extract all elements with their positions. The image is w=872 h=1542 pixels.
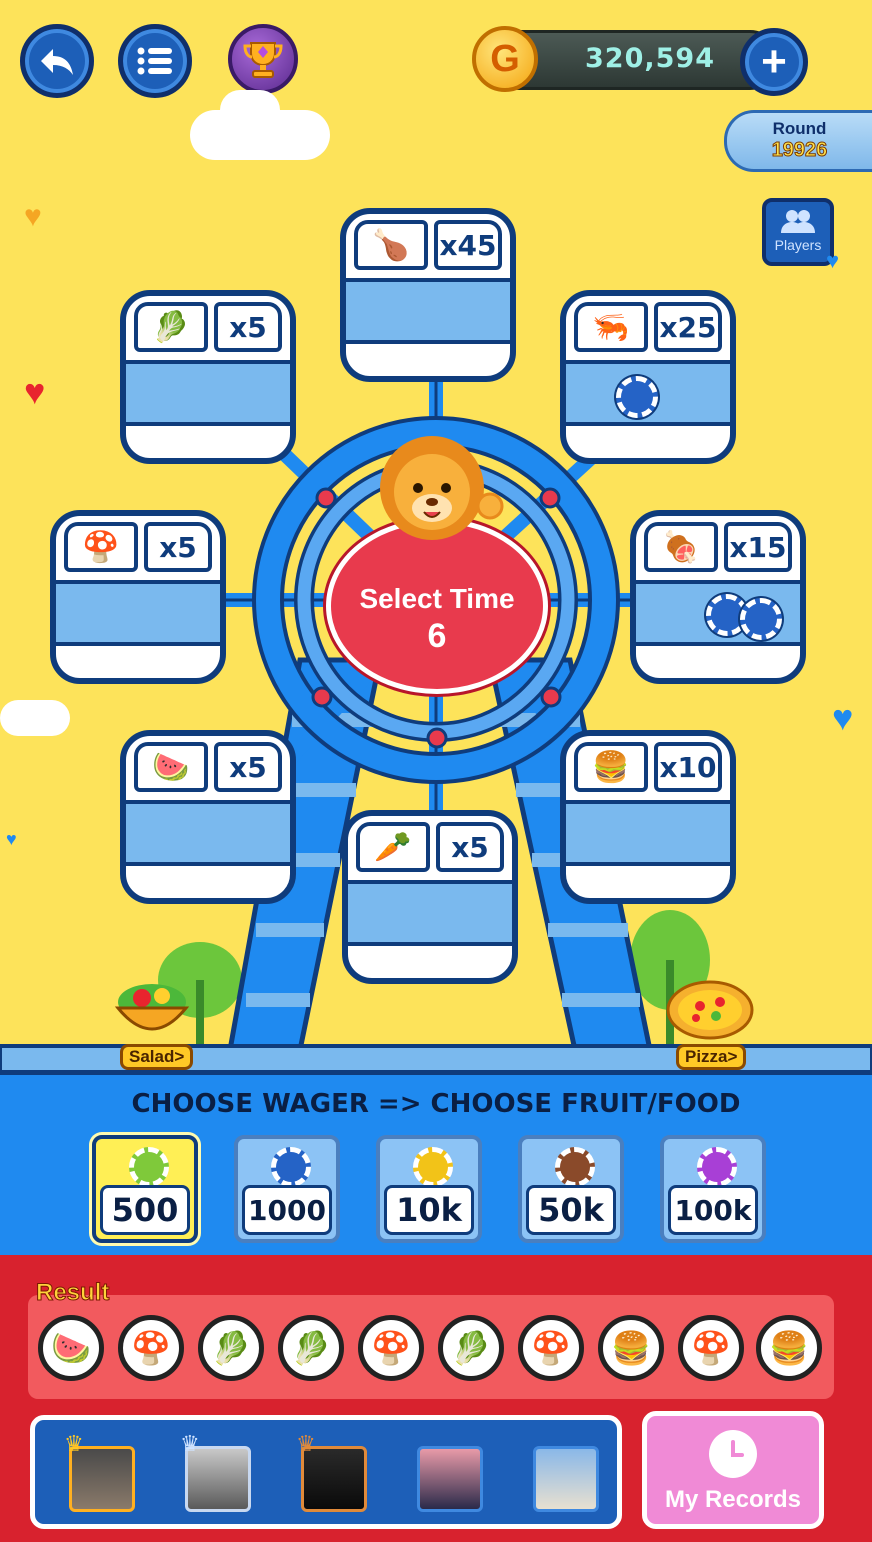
result-history: 🍉 🍄 🥬 🥬 🍄 🥬 🍄 🍔 🍄 🍔 [28,1295,834,1399]
pizza-shortcut-label[interactable]: Pizza> [676,1044,747,1070]
carrot-icon: 🥕 [356,822,430,872]
result-item: 🥬 [438,1315,504,1381]
cabin-multiplier: x10 [654,742,722,792]
wager-option-500[interactable]: 500 [92,1135,198,1243]
result-item: 🍉 [38,1315,104,1381]
result-item: 🍔 [756,1315,822,1381]
bet-area[interactable] [56,580,220,646]
player-avatar[interactable] [533,1446,599,1512]
cabin-multiplier: x45 [434,220,502,270]
chip-icon [271,1147,311,1187]
cabin-ham[interactable]: 🍖 x15 [630,510,806,684]
silver-crown-icon: ♛ [180,1431,200,1456]
chip-icon [129,1147,169,1187]
bet-area[interactable] [346,278,510,344]
my-records-button[interactable]: My Records [642,1411,824,1529]
chip-icon [555,1147,595,1187]
shrimp-icon: 🦐 [574,302,648,352]
bet-area[interactable] [348,880,512,946]
lion-mascot-icon [380,436,504,540]
wager-option-100k[interactable]: 100k [660,1135,766,1243]
bet-area[interactable] [126,360,290,426]
select-time-title: Select Time [359,583,515,614]
result-item: 🍔 [598,1315,664,1381]
wager-value: 1000 [242,1185,332,1235]
player-avatar[interactable]: ♛ [296,1431,367,1512]
lettuce-icon: 🥬 [134,302,208,352]
result-item: 🥬 [278,1315,344,1381]
cabin-burger[interactable]: 🍔 x10 [560,730,736,904]
salad-shortcut-label[interactable]: Salad> [120,1044,194,1070]
cabin-lettuce[interactable]: 🥬 x5 [120,290,296,464]
result-item: 🍄 [358,1315,424,1381]
chicken-icon: 🍗 [354,220,428,270]
wager-option-10k[interactable]: 10k [376,1135,482,1243]
cabin-multiplier: x5 [144,522,212,572]
bet-area[interactable] [636,580,800,646]
wager-value: 500 [100,1185,190,1235]
pizza-icon [666,980,754,1040]
player-avatar[interactable] [417,1446,483,1512]
bronze-crown-icon: ♛ [296,1431,316,1456]
chip-icon [413,1147,453,1187]
cabin-multiplier: x5 [214,742,282,792]
wager-option-50k[interactable]: 50k [518,1135,624,1243]
bet-area[interactable] [566,360,730,426]
bet-chip [740,598,782,640]
bet-area[interactable] [566,800,730,866]
cabin-shrimp[interactable]: 🦐 x25 [560,290,736,464]
result-label: Result [35,1279,110,1307]
result-item: 🥬 [198,1315,264,1381]
result-item: 🍄 [518,1315,584,1381]
cabin-multiplier: x5 [214,302,282,352]
wager-instructions: CHOOSE WAGER => CHOOSE FRUIT/FOOD [131,1089,741,1119]
cabin-multiplier: x15 [724,522,792,572]
cabin-carrot[interactable]: 🥕 x5 [342,810,518,984]
cabin-chicken[interactable]: 🍗 x45 [340,208,516,382]
bet-area[interactable] [126,800,290,866]
chip-icon [697,1147,737,1187]
bet-chip [616,376,658,418]
mushroom-icon: 🍄 [64,522,138,572]
wager-value: 50k [526,1185,616,1235]
cabin-watermelon[interactable]: 🍉 x5 [120,730,296,904]
cabin-multiplier: x25 [654,302,722,352]
wager-value: 100k [668,1185,758,1235]
wager-panel: CHOOSE WAGER => CHOOSE FRUIT/FOOD 500 10… [0,1070,872,1255]
wager-option-1000[interactable]: 1000 [234,1135,340,1243]
countdown-number: 6 [427,617,447,655]
gold-crown-icon: ♛ [64,1431,84,1456]
result-item: 🍄 [678,1315,744,1381]
my-records-label: My Records [664,1486,802,1513]
clock-icon [709,1430,757,1478]
ham-icon: 🍖 [644,522,718,572]
wager-value: 10k [384,1185,474,1235]
player-avatar[interactable]: ♛ [180,1431,251,1512]
cabin-mushroom[interactable]: 🍄 x5 [50,510,226,684]
top-players-bar: ♛ ♛ ♛ [30,1415,622,1529]
watermelon-icon: 🍉 [134,742,208,792]
player-avatar[interactable]: ♛ [64,1431,135,1512]
burger-icon: 🍔 [574,742,648,792]
salad-bowl-icon [114,984,190,1031]
bottom-area: 🍉 🍄 🥬 🥬 🍄 🥬 🍄 🍔 🍄 🍔 Result ♛ ♛ ♛ My Reco… [0,1255,872,1542]
cabin-multiplier: x5 [436,822,504,872]
result-item: 🍄 [118,1315,184,1381]
